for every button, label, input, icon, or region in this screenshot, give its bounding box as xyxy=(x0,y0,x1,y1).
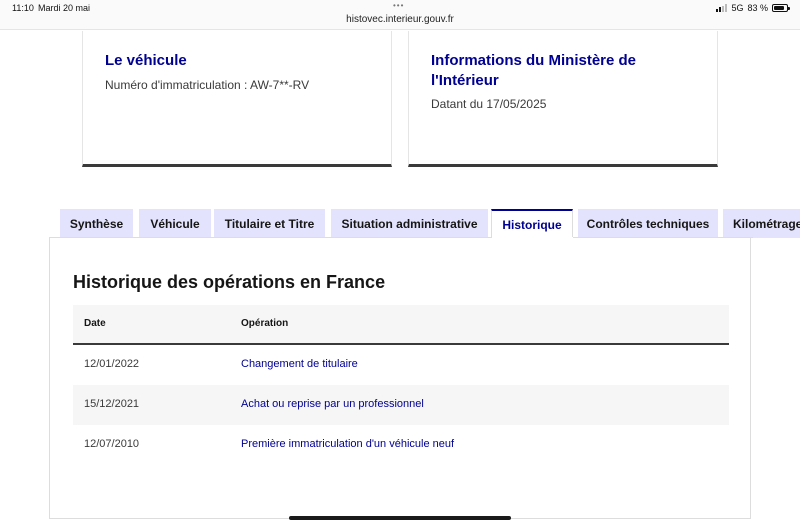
registration-number: Numéro d'immatriculation : AW-7**-RV xyxy=(105,78,310,92)
data-date: Datant du 17/05/2025 xyxy=(431,97,547,111)
row-operation: Achat ou reprise par un professionnel xyxy=(241,398,424,410)
more-dots-icon[interactable]: ••• xyxy=(393,1,404,10)
status-indicators: 5G 83 % xyxy=(716,3,790,13)
ministry-info-card: Informations du Ministère de l'Intérieur… xyxy=(408,31,718,167)
tab-synthese[interactable]: Synthèse xyxy=(60,209,133,238)
table-row: 15/12/2021 Achat ou reprise par un profe… xyxy=(73,385,729,425)
tab-bar: Synthèse Véhicule Titulaire et Titre Sit… xyxy=(60,209,800,238)
row-operation: Changement de titulaire xyxy=(241,358,358,370)
row-date: 15/12/2021 xyxy=(84,398,140,410)
vehicle-card-title: Le véhicule xyxy=(105,52,187,69)
table-row: 12/01/2022 Changement de titulaire xyxy=(73,345,729,385)
table-row: 12/07/2010 Première immatriculation d'un… xyxy=(73,425,729,465)
row-date: 12/07/2010 xyxy=(84,438,140,450)
battery-percent: 83 % xyxy=(747,3,768,13)
status-bar: 11:10 Mardi 20 mai ••• histovec.interieu… xyxy=(0,0,800,30)
tab-kilometrage[interactable]: Kilométrage xyxy=(723,209,800,238)
battery-icon xyxy=(772,4,790,12)
row-date: 12/01/2022 xyxy=(84,358,140,370)
status-date: Mardi 20 mai xyxy=(38,3,91,13)
column-header-operation: Opération xyxy=(241,318,289,329)
network-label: 5G xyxy=(731,3,744,13)
column-header-date: Date xyxy=(84,318,106,329)
signal-icon xyxy=(716,4,728,12)
tab-situation-administrative[interactable]: Situation administrative xyxy=(331,209,488,238)
status-time: 11:10 xyxy=(12,3,34,13)
history-table: Date Opération 12/01/2022 Changement de … xyxy=(73,305,729,465)
row-operation: Première immatriculation d'un véhicule n… xyxy=(241,438,455,450)
tab-historique[interactable]: Historique xyxy=(491,209,573,238)
history-panel: Historique des opérations en France Date… xyxy=(49,237,753,519)
vehicle-card: Le véhicule Numéro d'immatriculation : A… xyxy=(82,31,392,167)
address-bar-url[interactable]: histovec.interieur.gouv.fr xyxy=(0,14,800,25)
panel-title: Historique des opérations en France xyxy=(73,272,386,292)
ministry-card-title: Informations du Ministère de l'Intérieur xyxy=(431,52,637,89)
tab-controles-techniques[interactable]: Contrôles techniques xyxy=(578,209,718,238)
tab-titulaire-titre[interactable]: Titulaire et Titre xyxy=(214,209,325,238)
home-indicator[interactable] xyxy=(289,516,511,520)
table-header: Date Opération xyxy=(73,305,729,345)
tab-vehicule[interactable]: Véhicule xyxy=(139,209,211,238)
